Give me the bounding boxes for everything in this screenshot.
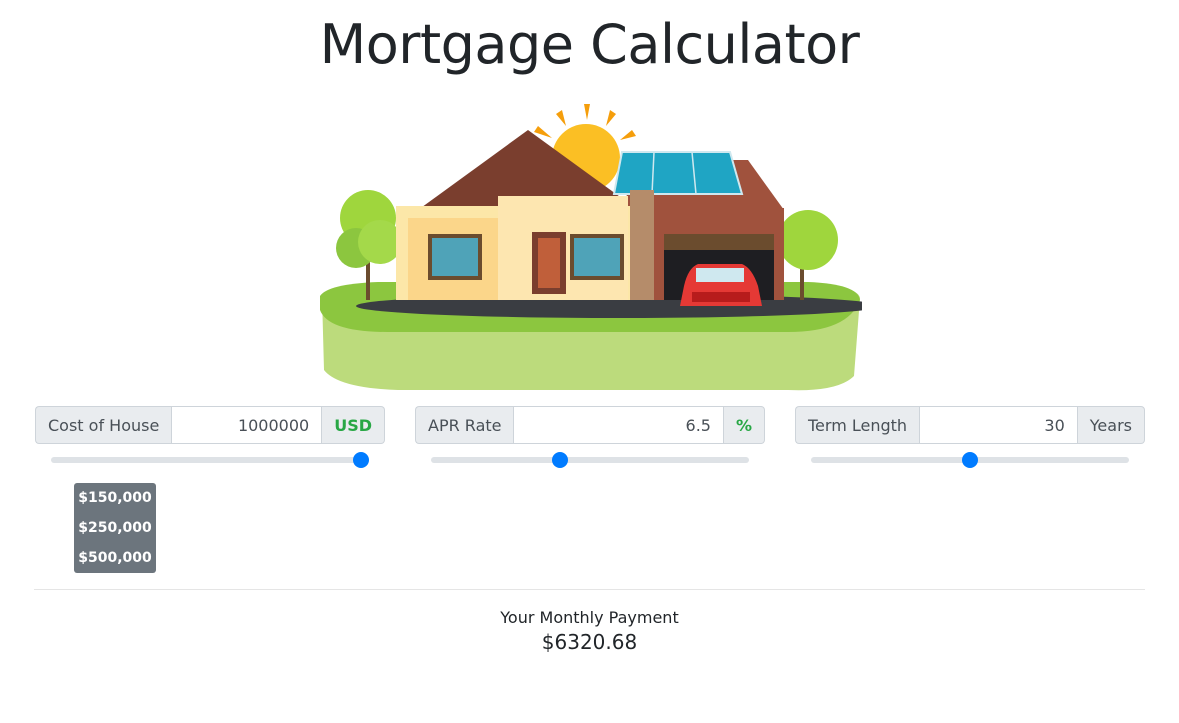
apr-slider[interactable] [431, 452, 749, 468]
term-unit: Years [1077, 406, 1145, 444]
term-input-group: Term Length Years [795, 406, 1145, 444]
term-slider[interactable] [811, 452, 1129, 468]
preset-150000[interactable]: $150,000 [74, 483, 156, 513]
preset-500000[interactable]: $500,000 [74, 543, 156, 573]
cost-slider-track [51, 457, 369, 463]
apr-label: APR Rate [415, 406, 514, 444]
preset-250000[interactable]: $250,000 [74, 513, 156, 543]
house-illustration [320, 104, 862, 391]
cost-label: Cost of House [35, 406, 172, 444]
page-title: Mortgage Calculator [319, 13, 860, 76]
cost-slider[interactable] [51, 452, 369, 468]
monthly-payment-value: $6320.68 [541, 630, 638, 654]
term-input[interactable] [919, 406, 1078, 444]
car-icon [680, 264, 762, 306]
term-slider-thumb[interactable] [962, 452, 978, 468]
term-label: Term Length [795, 406, 920, 444]
cost-input[interactable] [171, 406, 323, 444]
cost-unit: USD [322, 406, 385, 444]
apr-unit: % [723, 406, 765, 444]
apr-input[interactable] [513, 406, 724, 444]
price-presets-menu: $150,000 $250,000 $500,000 [74, 483, 156, 573]
apr-slider-track [431, 457, 749, 463]
monthly-payment-label: Your Monthly Payment [500, 608, 679, 627]
divider [34, 589, 1145, 590]
cost-slider-thumb[interactable] [353, 452, 369, 468]
apr-slider-thumb[interactable] [551, 452, 568, 468]
cost-input-group: Cost of House USD [35, 406, 385, 444]
apr-input-group: APR Rate % [415, 406, 765, 444]
